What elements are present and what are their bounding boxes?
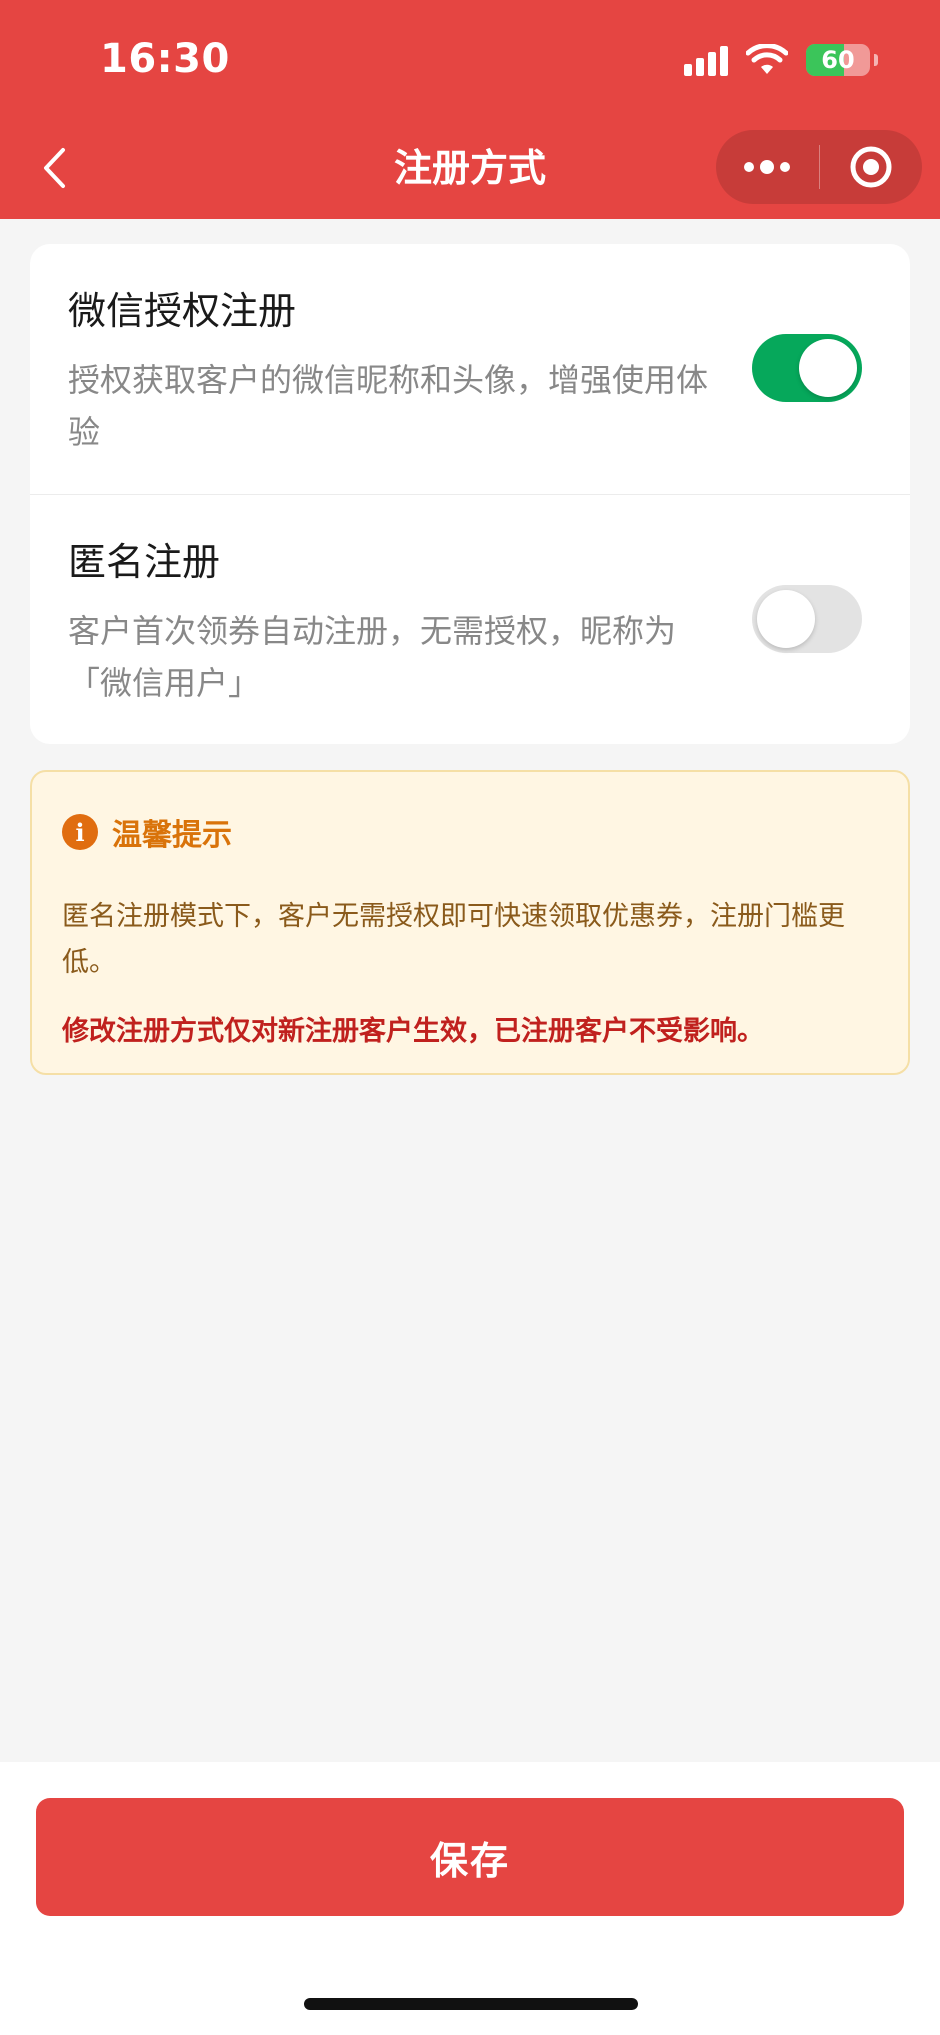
save-button[interactable]: 保存 (36, 1798, 904, 1916)
tips-text: 匿名注册模式下，客户无需授权即可快速领取优惠券，注册门槛更低。 (62, 901, 845, 978)
option-wechat-auth: 微信授权注册 授权获取客户的微信昵称和头像，增强使用体验 (30, 244, 910, 494)
option-desc: 客户首次领券自动注册，无需授权，昵称为「微信用户」 (68, 612, 677, 702)
anonymous-toggle[interactable] (752, 585, 862, 653)
battery-level: 60 (821, 46, 855, 74)
battery-icon: 60 (806, 44, 870, 76)
registration-options-card: 微信授权注册 授权获取客户的微信昵称和头像，增强使用体验 匿名注册 客户首次领券… (30, 244, 910, 744)
status-time: 16:30 (100, 36, 230, 82)
info-icon: i (62, 814, 98, 850)
close-button[interactable] (820, 130, 923, 204)
bottom-bar: 保存 (0, 1762, 940, 2035)
wechat-auth-toggle[interactable] (752, 334, 862, 402)
home-indicator (304, 1998, 638, 2010)
toggle-knob (799, 339, 857, 397)
more-dots-icon (744, 160, 791, 174)
option-anonymous: 匿名注册 客户首次领券自动注册，无需授权，昵称为「微信用户」 (30, 494, 910, 744)
option-title: 微信授权注册 (68, 289, 297, 333)
more-button[interactable] (716, 130, 819, 204)
signal-icon (684, 44, 728, 76)
option-desc: 授权获取客户的微信昵称和头像，增强使用体验 (68, 361, 709, 451)
tips-header: i 温馨提示 (62, 810, 878, 854)
battery-tip (874, 54, 878, 66)
toggle-knob (757, 590, 815, 648)
status-icons: 60 (684, 44, 878, 76)
tips-title: 温馨提示 (112, 818, 232, 853)
tips-warning: 修改注册方式仅对新注册客户生效，已注册客户不受影响。 (62, 1016, 764, 1047)
target-circle-icon (850, 146, 892, 188)
wifi-icon (746, 44, 788, 74)
mini-program-capsule (716, 130, 922, 204)
header: 16:30 60 注册方式 (0, 0, 940, 219)
option-title: 匿名注册 (68, 540, 221, 584)
tips-box: i 温馨提示 匿名注册模式下，客户无需授权即可快速领取优惠券，注册门槛更低。 修… (30, 770, 910, 1075)
